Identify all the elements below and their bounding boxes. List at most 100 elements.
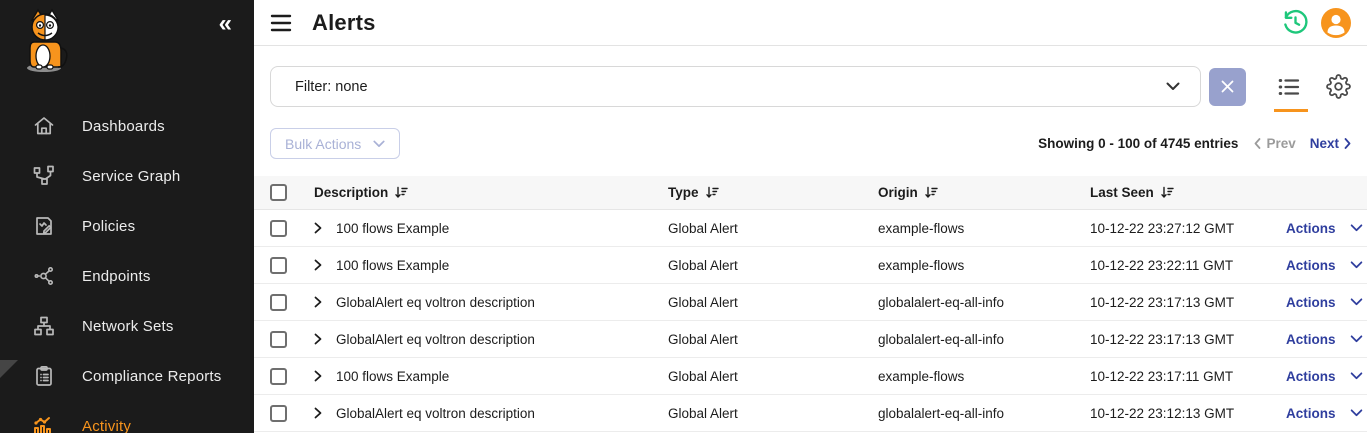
alert-origin: example-flows	[878, 221, 1078, 236]
sidebar-item-dashboards[interactable]: Dashboards	[0, 101, 254, 151]
alert-last-seen: 10-12-22 23:22:11 GMT	[1078, 258, 1268, 273]
pagination: Showing 0 - 100 of 4745 entries Prev Nex…	[1038, 136, 1351, 151]
alert-last-seen: 10-12-22 23:12:13 GMT	[1078, 406, 1268, 421]
calico-cat-logo	[0, 0, 254, 79]
hamburger-menu-icon[interactable]	[270, 14, 292, 32]
chevron-down-icon	[1350, 409, 1363, 417]
sidebar-item-endpoints[interactable]: Endpoints	[0, 251, 254, 301]
expand-row-icon[interactable]	[314, 407, 322, 419]
expand-row-icon[interactable]	[314, 222, 322, 234]
clear-filter-button[interactable]	[1209, 68, 1246, 106]
settings-gear-icon[interactable]	[1326, 74, 1351, 99]
sidebar-collapse-button[interactable]: «	[219, 12, 232, 36]
expand-row-icon[interactable]	[314, 296, 322, 308]
table-row: GlobalAlert eq voltron description Globa…	[254, 321, 1367, 358]
page-title: Alerts	[312, 10, 376, 36]
bulk-actions-button[interactable]: Bulk Actions	[270, 128, 400, 159]
alert-description: 100 flows Example	[336, 221, 449, 236]
alert-description: GlobalAlert eq voltron description	[336, 332, 535, 347]
service-graph-icon	[32, 164, 56, 188]
policies-icon	[32, 214, 56, 238]
chevron-right-icon	[1344, 138, 1351, 149]
sidebar-item-label: Endpoints	[82, 268, 151, 285]
alert-last-seen: 10-12-22 23:17:13 GMT	[1078, 295, 1268, 310]
alert-origin: example-flows	[878, 369, 1078, 384]
column-header-type[interactable]: Type	[668, 185, 878, 200]
sidebar-item-activity[interactable]: Activity	[0, 401, 254, 433]
view-switcher	[1276, 74, 1351, 99]
history-icon[interactable]	[1282, 9, 1309, 36]
alert-description: 100 flows Example	[336, 258, 449, 273]
table-row: 100 flows Example Global Alert example-f…	[254, 247, 1367, 284]
sidebar-item-label: Network Sets	[82, 318, 174, 335]
list-view-icon[interactable]	[1276, 75, 1302, 99]
sidebar-item-policies[interactable]: Policies	[0, 201, 254, 251]
row-actions-button[interactable]: Actions	[1268, 221, 1363, 236]
table-row: GlobalAlert eq voltron description Globa…	[254, 284, 1367, 321]
filter-toolbar: Filter: none	[254, 46, 1367, 107]
row-actions-button[interactable]: Actions	[1268, 369, 1363, 384]
alert-type: Global Alert	[668, 295, 878, 310]
expand-row-icon[interactable]	[314, 333, 322, 345]
row-actions-button[interactable]: Actions	[1268, 258, 1363, 273]
row-actions-button[interactable]: Actions	[1268, 295, 1363, 310]
sidebar-notch-decoration	[0, 360, 18, 378]
chevron-down-icon	[1350, 298, 1363, 306]
table-body: 100 flows Example Global Alert example-f…	[254, 210, 1367, 432]
chevron-down-icon	[1166, 82, 1180, 91]
row-actions-button[interactable]: Actions	[1268, 406, 1363, 421]
activity-icon	[32, 414, 56, 433]
row-checkbox[interactable]	[270, 220, 287, 237]
alert-last-seen: 10-12-22 23:17:13 GMT	[1078, 332, 1268, 347]
expand-row-icon[interactable]	[314, 259, 322, 271]
next-page-button[interactable]: Next	[1310, 136, 1351, 151]
column-header-last-seen[interactable]: Last Seen	[1078, 185, 1268, 200]
chevron-down-icon	[373, 140, 385, 148]
expand-row-icon[interactable]	[314, 370, 322, 382]
sidebar-item-networksets[interactable]: Network Sets	[0, 301, 254, 351]
alert-description: GlobalAlert eq voltron description	[336, 406, 535, 421]
user-avatar-icon[interactable]	[1321, 8, 1351, 38]
alert-type: Global Alert	[668, 406, 878, 421]
alert-origin: globalalert-eq-all-info	[878, 332, 1078, 347]
column-header-origin[interactable]: Origin	[878, 185, 1078, 200]
chevron-down-icon	[1350, 224, 1363, 232]
column-header-description[interactable]: Description	[314, 185, 668, 200]
close-icon	[1221, 80, 1234, 93]
prev-page-button[interactable]: Prev	[1254, 136, 1295, 151]
sidebar-item-compliance[interactable]: Compliance Reports	[0, 351, 254, 401]
alert-type: Global Alert	[668, 332, 878, 347]
header-actions	[1282, 8, 1351, 38]
sort-icon	[395, 186, 408, 199]
home-icon	[32, 114, 56, 138]
sidebar-item-label: Dashboards	[82, 118, 165, 135]
row-checkbox[interactable]	[270, 294, 287, 311]
row-checkbox[interactable]	[270, 331, 287, 348]
alert-type: Global Alert	[668, 258, 878, 273]
chevron-down-icon	[1350, 372, 1363, 380]
endpoints-icon	[32, 264, 56, 288]
sidebar-item-servicegraph[interactable]: Service Graph	[0, 151, 254, 201]
sidebar-nav: Dashboards Service Graph Policies Endpoi…	[0, 101, 254, 433]
network-sets-icon	[32, 314, 56, 338]
sidebar-item-label: Compliance Reports	[82, 368, 222, 385]
row-checkbox[interactable]	[270, 368, 287, 385]
alert-type: Global Alert	[668, 369, 878, 384]
alert-origin: globalalert-eq-all-info	[878, 406, 1078, 421]
row-checkbox[interactable]	[270, 257, 287, 274]
alert-description: GlobalAlert eq voltron description	[336, 295, 535, 310]
filter-dropdown-value: Filter: none	[295, 79, 368, 95]
table-header: Description Type Origin Last Seen	[254, 176, 1367, 210]
table-row: 100 flows Example Global Alert example-f…	[254, 210, 1367, 247]
alert-origin: globalalert-eq-all-info	[878, 295, 1078, 310]
select-all-checkbox[interactable]	[270, 184, 287, 201]
alert-type: Global Alert	[668, 221, 878, 236]
sidebar-item-label: Policies	[82, 218, 135, 235]
page-header: Alerts	[254, 0, 1367, 46]
row-checkbox[interactable]	[270, 405, 287, 422]
row-actions-button[interactable]: Actions	[1268, 332, 1363, 347]
sidebar: « Dashboards Service Graph Policies Endp…	[0, 0, 254, 433]
chevron-down-icon	[1350, 261, 1363, 269]
bulk-actions-label: Bulk Actions	[285, 136, 361, 152]
filter-dropdown[interactable]: Filter: none	[270, 66, 1201, 107]
